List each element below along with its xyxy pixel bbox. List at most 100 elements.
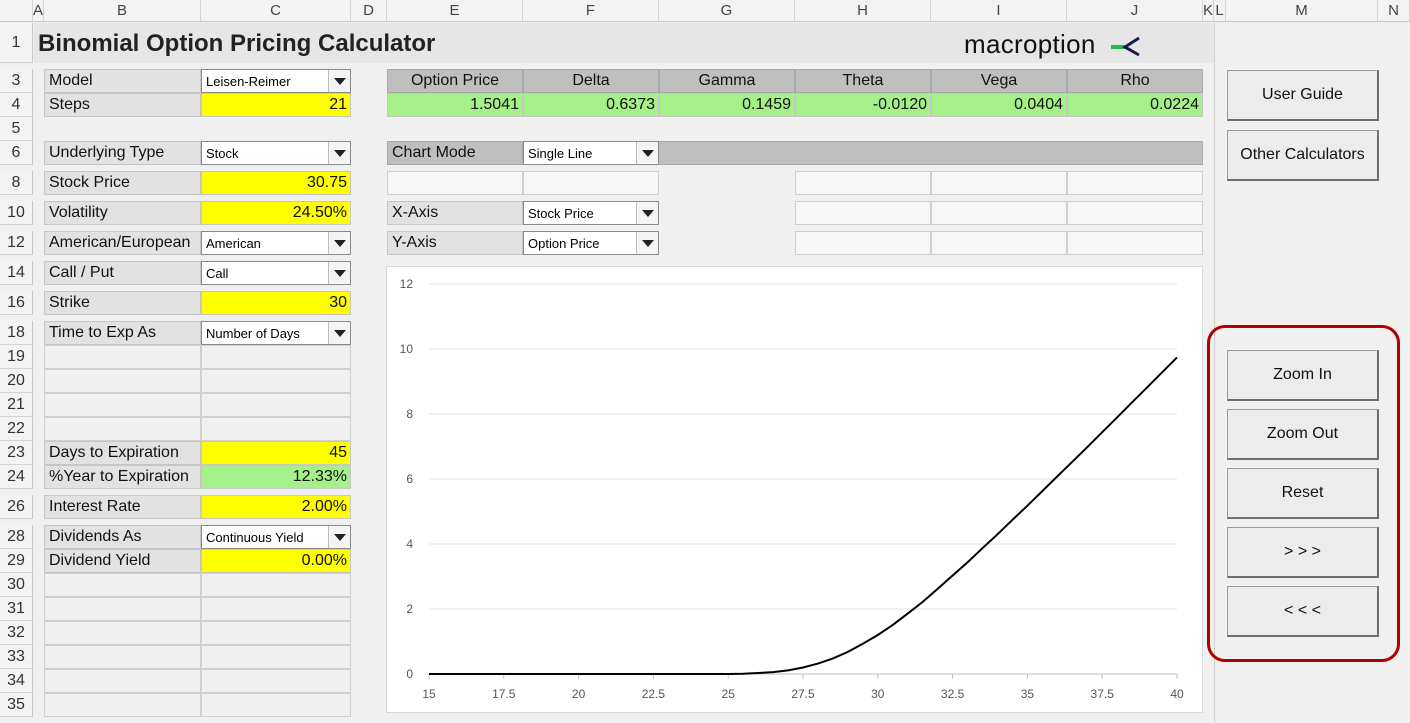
reset-button[interactable]: Reset xyxy=(1227,468,1379,519)
row-header[interactable]: 22 xyxy=(0,417,33,441)
chart-area[interactable]: 0 2 4 6 8 10 12 15 17.5 20 22.5 25 27.5 30 32.5 35 37.5 4… xyxy=(386,266,1203,713)
chart-mode-dropdown[interactable]: Single Line xyxy=(523,141,659,165)
row-header[interactable]: 20 xyxy=(0,369,33,393)
y-axis-dropdown[interactable]: Option Price xyxy=(523,231,659,255)
row-header[interactable]: 26 xyxy=(0,495,33,519)
col-header-b[interactable]: B xyxy=(44,0,201,22)
dropdown-arrow-icon[interactable] xyxy=(328,262,350,284)
dropdown-arrow-icon[interactable] xyxy=(328,322,350,344)
col-header-d[interactable]: D xyxy=(351,0,387,22)
col-header-g[interactable]: G xyxy=(659,0,795,22)
row-header[interactable]: 3 xyxy=(0,69,33,93)
row-header[interactable]: 18 xyxy=(0,321,33,345)
other-calculators-button[interactable]: Other Calculators xyxy=(1227,130,1379,181)
dividends-as-dropdown[interactable]: Continuous Yield xyxy=(201,525,351,549)
row-header[interactable]: 6 xyxy=(0,141,33,165)
row-header[interactable]: 29 xyxy=(0,549,33,573)
col-header-f[interactable]: F xyxy=(523,0,659,22)
dropdown-arrow-icon[interactable] xyxy=(636,142,658,164)
row-header[interactable]: 4 xyxy=(0,93,33,117)
row-header[interactable]: 28 xyxy=(0,525,33,549)
empty-cell[interactable] xyxy=(201,393,351,417)
empty-cell[interactable] xyxy=(1067,201,1203,225)
forward-button[interactable]: > > > xyxy=(1227,527,1379,578)
empty-cell[interactable] xyxy=(931,171,1067,195)
row-header[interactable]: 16 xyxy=(0,291,33,315)
zoom-in-button[interactable]: Zoom In xyxy=(1227,350,1379,401)
col-header-i[interactable]: I xyxy=(931,0,1067,22)
row-header[interactable]: 35 xyxy=(0,693,33,717)
empty-cell[interactable] xyxy=(795,171,931,195)
empty-cell[interactable] xyxy=(1067,171,1203,195)
interest-rate-input[interactable]: 2.00% xyxy=(201,495,351,519)
empty-cell[interactable] xyxy=(1067,231,1203,255)
empty-cell[interactable] xyxy=(523,171,659,195)
dropdown-arrow-icon[interactable] xyxy=(328,526,350,548)
row-header[interactable]: 14 xyxy=(0,261,33,285)
days-input[interactable]: 45 xyxy=(201,441,351,465)
empty-cell[interactable] xyxy=(387,171,523,195)
row-header[interactable]: 8 xyxy=(0,171,33,195)
dropdown-arrow-icon[interactable] xyxy=(328,232,350,254)
col-header-a[interactable]: A xyxy=(33,0,44,22)
dropdown-arrow-icon[interactable] xyxy=(328,142,350,164)
volatility-input[interactable]: 24.50% xyxy=(201,201,351,225)
empty-cell[interactable] xyxy=(44,345,201,369)
dropdown-arrow-icon[interactable] xyxy=(328,70,350,92)
time-to-exp-dropdown[interactable]: Number of Days xyxy=(201,321,351,345)
row-header[interactable]: 34 xyxy=(0,669,33,693)
empty-cell[interactable] xyxy=(44,417,201,441)
empty-cell[interactable] xyxy=(201,669,351,693)
empty-cell[interactable] xyxy=(44,597,201,621)
col-header-e[interactable]: E xyxy=(387,0,523,22)
empty-cell[interactable] xyxy=(201,621,351,645)
row-header[interactable]: 10 xyxy=(0,201,33,225)
dividend-yield-input[interactable]: 0.00% xyxy=(201,549,351,573)
empty-cell[interactable] xyxy=(201,597,351,621)
select-all-corner[interactable] xyxy=(0,0,33,22)
zoom-out-button[interactable]: Zoom Out xyxy=(1227,409,1379,460)
empty-cell[interactable] xyxy=(44,693,201,717)
empty-cell[interactable] xyxy=(44,669,201,693)
empty-cell[interactable] xyxy=(44,573,201,597)
col-header-c[interactable]: C xyxy=(201,0,351,22)
row-header[interactable]: 19 xyxy=(0,345,33,369)
empty-cell[interactable] xyxy=(201,645,351,669)
empty-cell[interactable] xyxy=(795,231,931,255)
row-header[interactable]: 5 xyxy=(0,117,33,141)
empty-cell[interactable] xyxy=(44,369,201,393)
model-dropdown[interactable]: Leisen-Reimer xyxy=(201,69,351,93)
col-header-h[interactable]: H xyxy=(795,0,931,22)
col-header-j[interactable]: J xyxy=(1067,0,1203,22)
row-header[interactable]: 1 xyxy=(0,23,33,63)
col-header-n[interactable]: N xyxy=(1378,0,1410,22)
call-put-dropdown[interactable]: Call xyxy=(201,261,351,285)
row-header[interactable]: 33 xyxy=(0,645,33,669)
back-button[interactable]: < < < xyxy=(1227,586,1379,637)
empty-cell[interactable] xyxy=(201,417,351,441)
empty-cell[interactable] xyxy=(44,621,201,645)
user-guide-button[interactable]: User Guide xyxy=(1227,70,1379,121)
row-header[interactable]: 24 xyxy=(0,465,33,489)
col-header-l[interactable]: L xyxy=(1214,0,1226,22)
empty-cell[interactable] xyxy=(795,201,931,225)
col-header-k[interactable]: K xyxy=(1203,0,1214,22)
style-dropdown[interactable]: American xyxy=(201,231,351,255)
empty-cell[interactable] xyxy=(201,573,351,597)
row-header[interactable]: 30 xyxy=(0,573,33,597)
dropdown-arrow-icon[interactable] xyxy=(636,202,658,224)
empty-cell[interactable] xyxy=(931,231,1067,255)
empty-cell[interactable] xyxy=(201,693,351,717)
row-header[interactable]: 23 xyxy=(0,441,33,465)
strike-input[interactable]: 30 xyxy=(201,291,351,315)
steps-input[interactable]: 21 xyxy=(201,93,351,117)
empty-cell[interactable] xyxy=(201,369,351,393)
dropdown-arrow-icon[interactable] xyxy=(636,232,658,254)
underlying-dropdown[interactable]: Stock xyxy=(201,141,351,165)
row-header[interactable]: 32 xyxy=(0,621,33,645)
empty-cell[interactable] xyxy=(44,393,201,417)
row-header[interactable]: 12 xyxy=(0,231,33,255)
x-axis-dropdown[interactable]: Stock Price xyxy=(523,201,659,225)
row-header[interactable]: 21 xyxy=(0,393,33,417)
empty-cell[interactable] xyxy=(201,345,351,369)
